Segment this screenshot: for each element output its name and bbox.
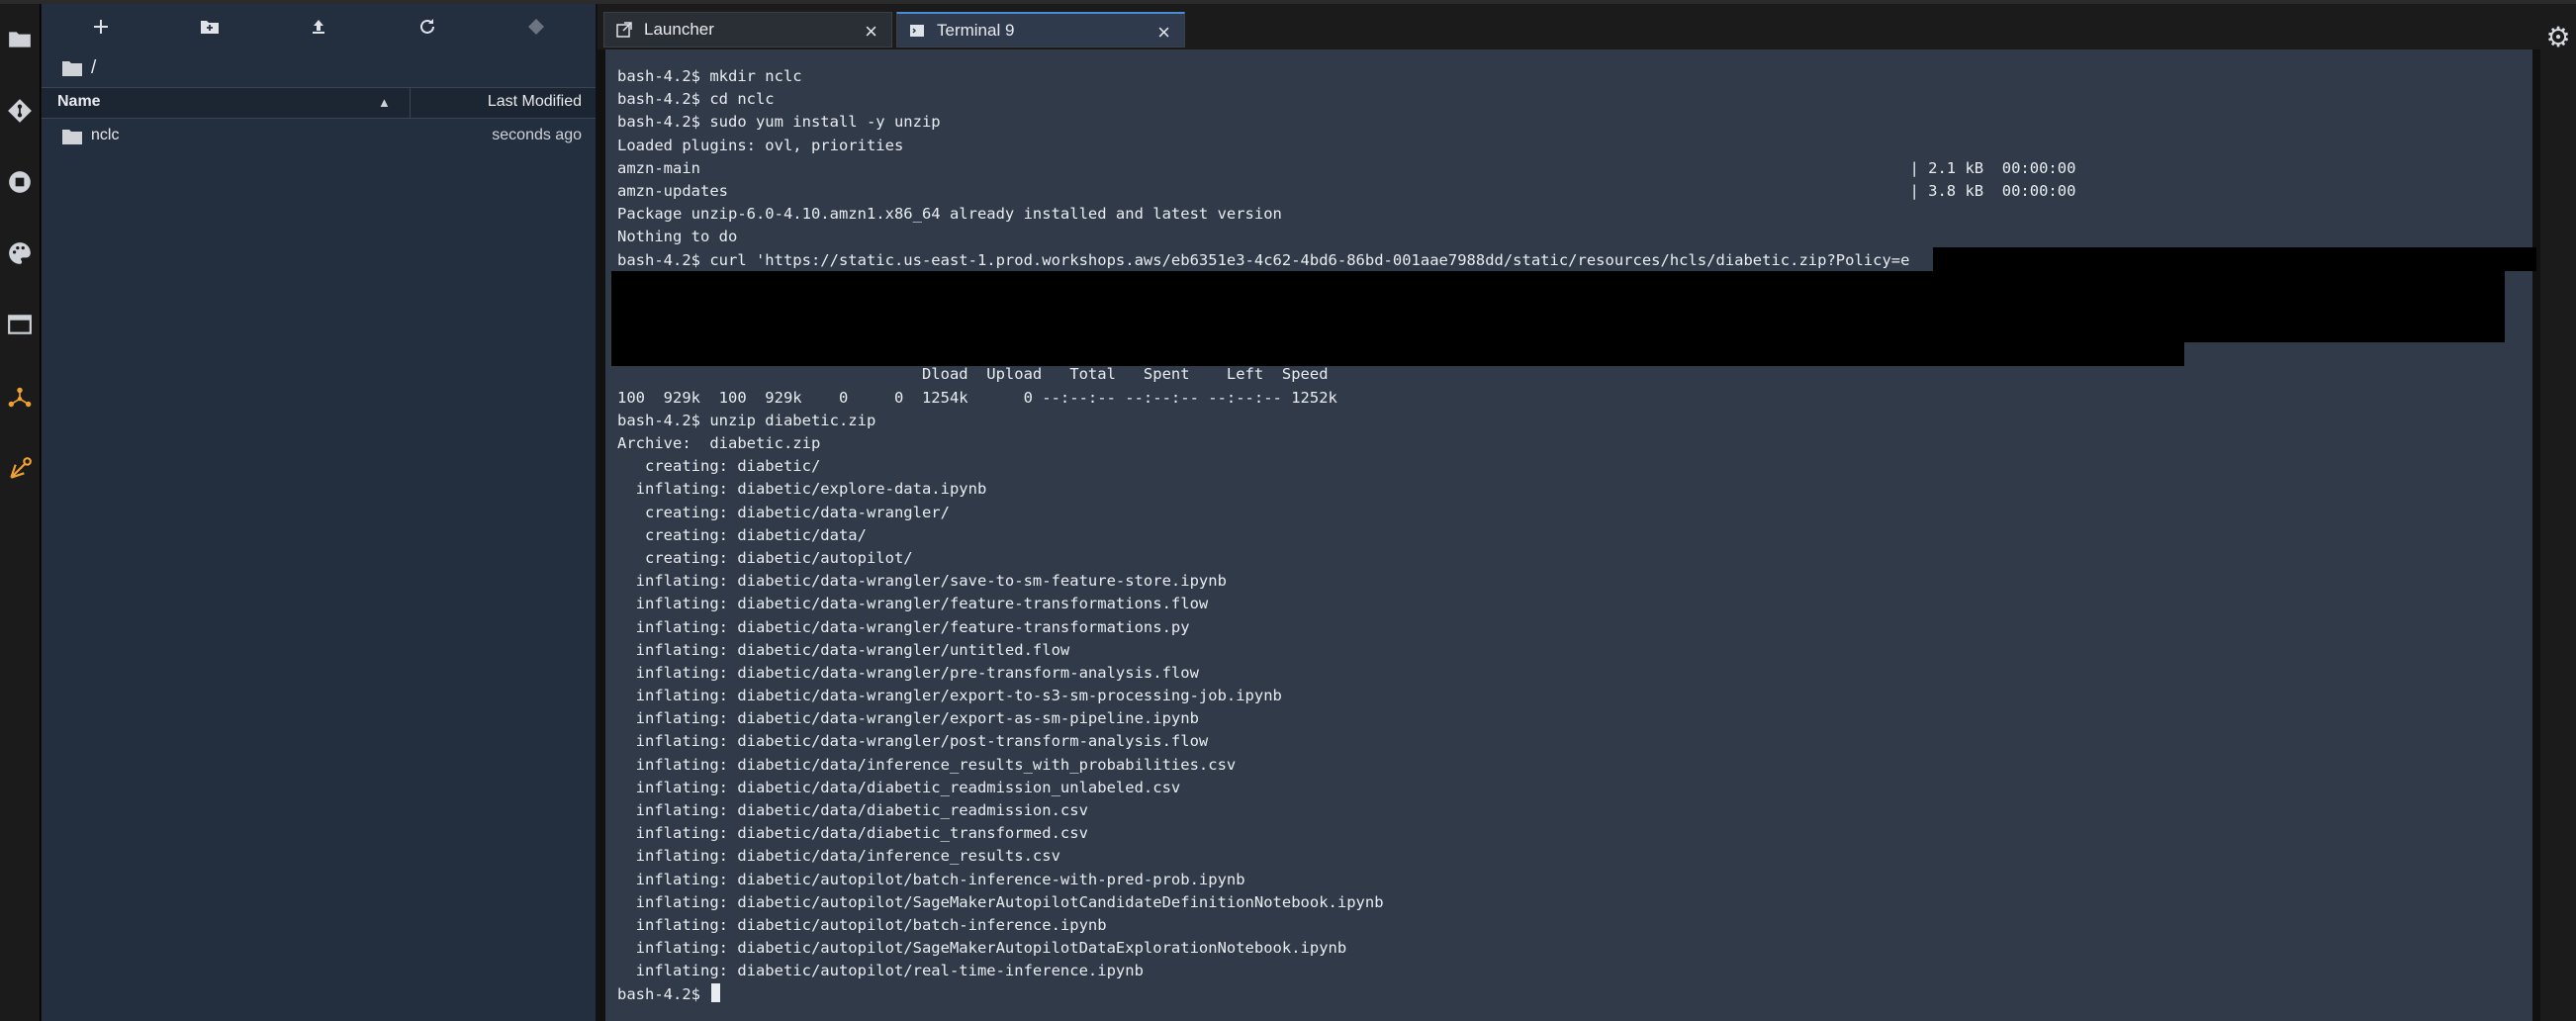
new-launcher-button[interactable] — [85, 12, 117, 42]
folder-icon — [62, 61, 82, 76]
close-icon[interactable]: × — [865, 19, 877, 45]
file-browser-panel: / Name ▲ Last Modified nclc seconds ago — [42, 4, 596, 1021]
close-icon[interactable]: × — [1157, 20, 1170, 46]
new-folder-icon — [201, 21, 219, 34]
refresh-button[interactable] — [412, 12, 443, 42]
terminal-line: bash-4.2$ sudo yum install -y unzip — [617, 113, 941, 132]
terminal-line: Nothing to do — [617, 228, 738, 246]
terminal-line: inflating: diabetic/autopilot/SageMakerA… — [617, 892, 1384, 911]
terminal-line: creating: diabetic/data/ — [617, 525, 867, 544]
redacted-block — [611, 271, 2505, 342]
terminal-line: amzn-main | 2.1 kB 00:00:00 — [617, 158, 2076, 177]
terminal-line: creating: diabetic/ — [617, 457, 821, 476]
git-clone-button[interactable] — [520, 12, 552, 42]
terminal-line: inflating: diabetic/autopilot/batch-infe… — [617, 870, 1245, 888]
breadcrumb[interactable]: / — [61, 51, 96, 85]
stop-circle-icon[interactable] — [2, 164, 38, 200]
terminal-line: inflating: diabetic/data/inference_resul… — [617, 755, 1237, 774]
file-browser-toolbar — [42, 4, 596, 49]
refresh-icon — [420, 19, 434, 34]
terminal-prompt-line[interactable]: bash-4.2$ — [617, 982, 2159, 1006]
terminal-line: inflating: diabetic/data-wrangler/featur… — [617, 595, 1209, 613]
right-sidebar: ⚙ — [2540, 4, 2576, 1021]
terminal-line: creating: diabetic/autopilot/ — [617, 548, 913, 567]
network-icon[interactable] — [2, 380, 38, 416]
terminal-output[interactable]: bash-4.2$ mkdir nclc bash-4.2$ cd nclc bas… — [617, 65, 2159, 1006]
terminal-line: Package unzip-6.0-4.10.amzn1.x86_64 alre… — [617, 205, 1282, 224]
terminal-line: bash-4.2$ cd nclc — [617, 90, 775, 109]
activity-bar — [0, 4, 41, 1021]
terminal-line: inflating: diabetic/data-wrangler/untitl… — [617, 640, 1070, 659]
tab-label: Launcher — [644, 20, 714, 39]
terminal-line: inflating: diabetic/data-wrangler/save-t… — [617, 572, 1227, 591]
panel-resize-handle[interactable] — [596, 4, 598, 1021]
settings-gear-icon[interactable]: ⚙ — [2544, 24, 2572, 51]
tab-label: Terminal 9 — [937, 20, 1015, 40]
tab-bar: Launcher × Terminal 9 × — [598, 4, 2540, 49]
launcher-icon — [616, 22, 632, 38]
redacted-block — [1933, 247, 2536, 271]
terminal-line: inflating: diabetic/data-wrangler/featur… — [617, 617, 1190, 636]
tab-launcher[interactable]: Launcher × — [603, 12, 892, 47]
upload-icon — [313, 20, 324, 34]
terminal-line: inflating: diabetic/data/diabetic_readmi… — [617, 801, 1088, 819]
terminal-line: inflating: diabetic/data-wrangler/post-t… — [617, 732, 1209, 751]
tab-terminal-9[interactable]: Terminal 9 × — [896, 12, 1185, 47]
terminal-line: inflating: diabetic/autopilot/batch-infe… — [617, 915, 1107, 934]
file-modified: seconds ago — [492, 127, 582, 143]
folder-icon — [62, 130, 82, 144]
breadcrumb-path: / — [91, 57, 97, 78]
file-list-header: Name ▲ Last Modified — [42, 87, 596, 119]
file-list-item[interactable]: nclc seconds ago — [42, 123, 596, 150]
terminal-line: inflating: diabetic/explore-data.ipynb — [617, 480, 987, 499]
terminal-cursor — [711, 982, 721, 1002]
column-divider[interactable] — [410, 88, 411, 118]
column-header-name[interactable]: Name — [57, 93, 101, 111]
terminal-prompt: bash-4.2$ — [617, 984, 710, 1003]
git-clone-icon — [528, 19, 544, 35]
terminal-line: amzn-updates | 3.8 kB 00:00:00 — [617, 181, 2076, 200]
new-folder-button[interactable] — [194, 12, 226, 42]
new-launcher-icon — [94, 20, 108, 34]
terminal-line: bash-4.2$ curl 'https://static.us-east-1… — [617, 250, 1910, 269]
terminal-line: 100 929k 100 929k 0 0 1254k 0 --:--:-- -… — [617, 388, 1337, 407]
terminal-line: inflating: diabetic/data/diabetic_readmi… — [617, 778, 1181, 796]
terminal-line: inflating: diabetic/data-wrangler/export… — [617, 687, 1282, 705]
terminal-line: inflating: diabetic/data-wrangler/pre-tr… — [617, 663, 1199, 682]
git-icon[interactable] — [2, 93, 38, 129]
window-icon[interactable] — [2, 307, 38, 342]
terminal-line: Loaded plugins: ovl, priorities — [617, 136, 904, 154]
terminal-line: inflating: diabetic/autopilot/SageMakerA… — [617, 939, 1347, 958]
file-name: nclc — [91, 127, 120, 143]
terminal-line: bash-4.2$ unzip diabetic.zip — [617, 411, 876, 429]
sort-ascending-icon[interactable]: ▲ — [378, 95, 391, 110]
folder-icon[interactable] — [2, 22, 38, 57]
terminal-line: inflating: diabetic/data/diabetic_transf… — [617, 824, 1088, 843]
palette-icon[interactable] — [2, 235, 38, 271]
terminal-panel[interactable]: bash-4.2$ mkdir nclc bash-4.2$ cd nclc bas… — [605, 49, 2536, 1021]
terminal-line: Archive: diabetic.zip — [617, 434, 821, 452]
redacted-block — [611, 342, 2184, 366]
terminal-line: creating: diabetic/data-wrangler/ — [617, 503, 950, 521]
terminal-line: inflating: diabetic/data/inference_resul… — [617, 847, 1060, 866]
terminal-line: bash-4.2$ mkdir nclc — [617, 67, 802, 85]
terminal-line: inflating: diabetic/data-wrangler/export… — [617, 709, 1199, 728]
node-graph-icon[interactable] — [2, 451, 38, 487]
terminal-icon — [910, 24, 924, 37]
terminal-line: inflating: diabetic/autopilot/real-time-… — [617, 962, 1144, 980]
upload-button[interactable] — [303, 12, 334, 42]
terminal-line: Dload Upload Total Spent Left Speed — [617, 365, 1329, 384]
column-header-last-modified[interactable]: Last Modified — [488, 93, 582, 111]
